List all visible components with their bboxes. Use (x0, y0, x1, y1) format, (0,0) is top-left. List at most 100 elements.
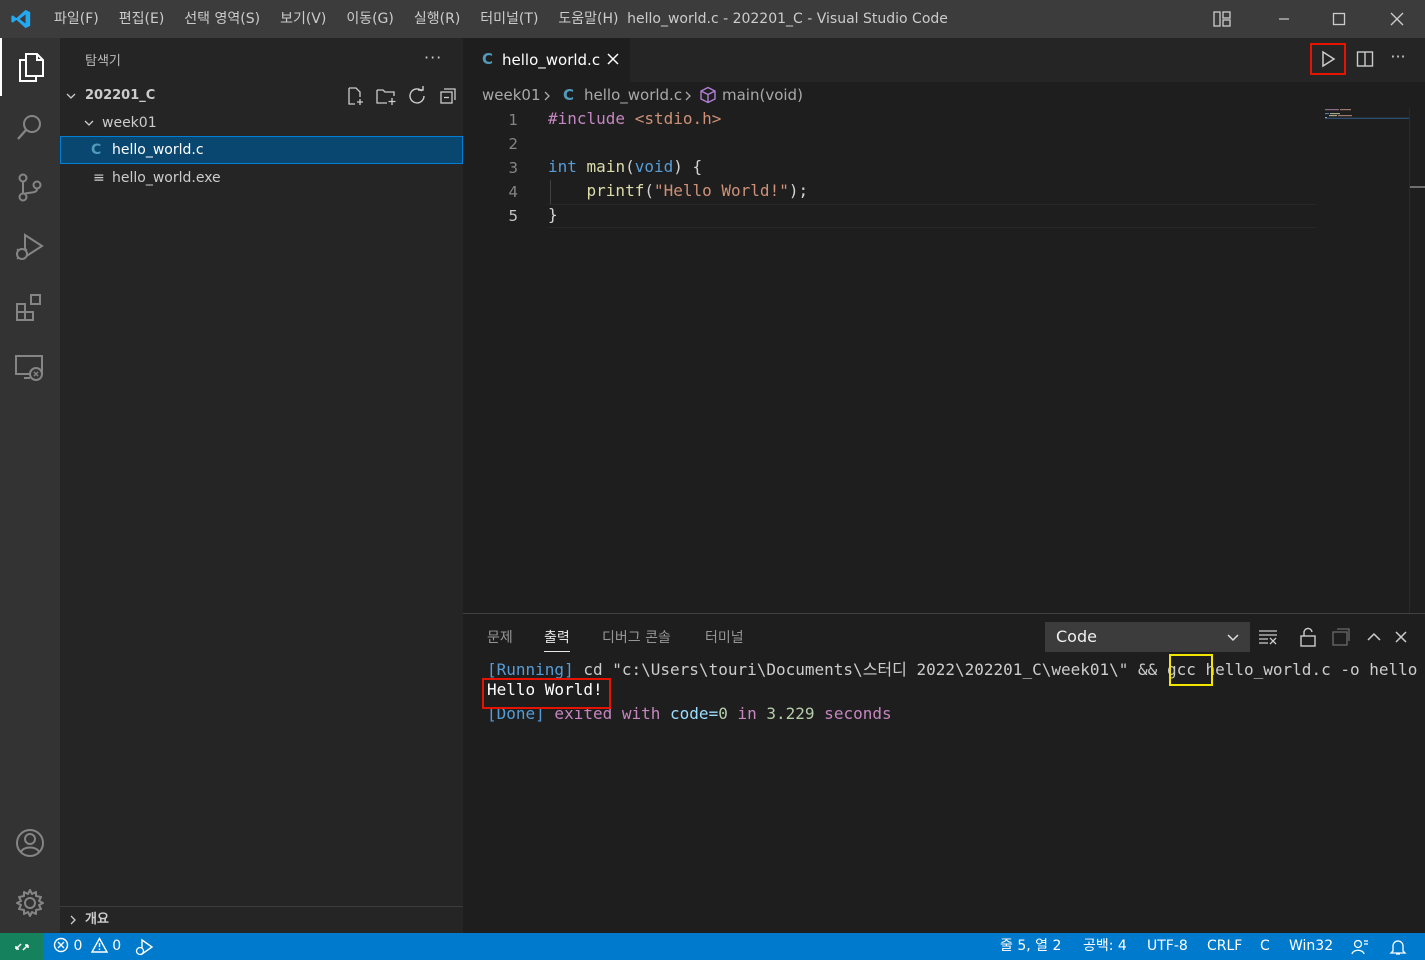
breadcrumb-file[interactable]: hello_world.c (584, 86, 682, 104)
notifications-bell-icon[interactable] (1389, 938, 1407, 956)
output-channel-value: Code (1056, 627, 1097, 646)
sidebar-title: 탐색기 (85, 54, 121, 69)
method-cube-icon (700, 86, 716, 104)
language-mode[interactable]: C (1260, 933, 1270, 960)
output-channel-select[interactable]: Code (1045, 622, 1250, 652)
run-debug-icon[interactable] (0, 218, 60, 276)
search-icon[interactable] (0, 98, 60, 156)
tab-problems[interactable]: 문제 (487, 627, 513, 647)
lock-scroll-icon[interactable] (1297, 626, 1319, 648)
close-panel-icon[interactable] (1390, 626, 1412, 648)
file-name: hello_world.c (112, 142, 204, 158)
run-code-button[interactable] (1310, 43, 1346, 75)
hello-world-highlight-box (482, 678, 611, 709)
menu-item[interactable]: 파일(F) (44, 0, 109, 38)
minimap[interactable] (1325, 108, 1410, 128)
indentation[interactable]: 공백: 4 (1083, 933, 1127, 960)
folder-row-week01[interactable]: week01 (60, 110, 463, 136)
debug-launch-icon[interactable] (134, 938, 154, 956)
chevron-down-icon (84, 120, 94, 126)
breadcrumb-symbol[interactable]: main(void) (722, 86, 803, 104)
chevron-right-icon (685, 91, 691, 101)
tab-terminal[interactable]: 터미널 (705, 627, 744, 647)
refresh-icon[interactable] (405, 85, 429, 107)
maximize-button[interactable] (1316, 0, 1362, 38)
maximize-panel-icon[interactable] (1363, 626, 1385, 648)
feedback-icon[interactable] (1350, 938, 1370, 956)
folder-name: week01 (102, 115, 157, 131)
new-file-icon[interactable] (343, 85, 367, 107)
tab-hello-world-c[interactable]: C hello_world.c (463, 38, 630, 82)
token: 3.229 (766, 704, 815, 723)
breadcrumb-folder[interactable]: week01 (482, 86, 541, 104)
token: "Hello World!" (653, 181, 789, 200)
menu-bar: 파일(F) 편집(E) 선택 영역(S) 보기(V) 이동(G) 실행(R) 터미널(T) 도… (44, 0, 629, 38)
menu-item[interactable]: 보기(V) (270, 0, 336, 38)
chevron-right-icon (544, 91, 550, 101)
split-editor-icon[interactable] (1352, 47, 1378, 71)
new-folder-icon[interactable] (374, 85, 398, 107)
output-line: [Running] cd "c:\Users\touri\Documents\스… (487, 656, 1417, 680)
tab-debug-console[interactable]: 디버그 콘솔 (602, 627, 671, 647)
source-control-icon[interactable] (0, 158, 60, 216)
layout-icon[interactable] (1199, 0, 1245, 38)
token: in (727, 704, 767, 723)
explorer-icon[interactable] (0, 38, 60, 96)
sidebar-more-actions-icon[interactable]: ··· (424, 48, 444, 68)
explorer-actions (343, 85, 460, 107)
line-number: 1 (508, 111, 518, 129)
cursor-position[interactable]: 줄 5, 열 2 (1000, 933, 1061, 960)
c-file-icon: C (482, 50, 494, 68)
problems-indicator[interactable]: 0 0 (53, 933, 121, 960)
workspace-folder-name: 202201_C (85, 88, 156, 103)
menu-item[interactable]: 선택 영역(S) (174, 0, 270, 38)
chevron-right-icon (70, 915, 76, 925)
extensions-icon[interactable] (0, 278, 60, 336)
accounts-icon[interactable] (0, 814, 60, 872)
token: int (548, 157, 577, 176)
token: ) { (673, 157, 703, 176)
error-icon (53, 937, 69, 953)
token: ( (644, 181, 654, 200)
open-output-in-editor-icon[interactable] (1330, 626, 1352, 648)
editor-more-actions-icon[interactable]: ··· (1385, 47, 1411, 71)
remote-explorer-icon[interactable] (0, 338, 60, 396)
menu-item[interactable]: 편집(E) (109, 0, 175, 38)
file-name: hello_world.exe (112, 170, 221, 186)
line-number: 4 (508, 183, 518, 201)
encoding[interactable]: UTF-8 (1147, 933, 1188, 960)
menu-item[interactable]: 터미널(T) (470, 0, 548, 38)
vertical-scrollbar[interactable] (1409, 108, 1425, 613)
file-row-hello-world-c[interactable]: C hello_world.c (60, 136, 463, 164)
collapse-all-icon[interactable] (436, 85, 460, 107)
close-window-button[interactable] (1374, 0, 1420, 38)
end-of-line[interactable]: CRLF (1207, 933, 1242, 960)
status-bar: 0 0 줄 5, 열 2 공백: 4 UTF-8 CRLF C Win32 (0, 933, 1425, 960)
token: code= (670, 704, 719, 723)
remote-indicator[interactable] (0, 933, 43, 960)
manage-gear-icon[interactable] (0, 874, 60, 932)
close-icon[interactable] (605, 51, 621, 67)
code-editor[interactable]: 1 2 3 4 5 #include <stdio.h> int main(vo… (463, 108, 1425, 613)
current-line-highlight (548, 204, 1316, 228)
explorer-sidebar: 탐색기 ··· 202201_C week01 C hello_world.c … (60, 38, 463, 933)
warning-icon (90, 937, 108, 953)
vscode-logo-icon (10, 8, 32, 30)
code-line: } (548, 205, 558, 224)
tab-output[interactable]: 출력 (544, 627, 570, 652)
menu-item[interactable]: 실행(R) (404, 0, 470, 38)
outline-title: 개요 (85, 912, 109, 927)
token: main (586, 157, 626, 176)
minimize-button[interactable] (1261, 0, 1307, 38)
menu-item[interactable]: 이동(G) (336, 0, 404, 38)
c-configuration[interactable]: Win32 (1289, 933, 1333, 960)
error-count: 0 (73, 938, 83, 954)
clear-output-icon[interactable] (1257, 626, 1279, 648)
line-number: 2 (508, 135, 518, 153)
token: <stdio.h> (634, 109, 722, 128)
file-row-hello-world-exe[interactable]: ≡ hello_world.exe (60, 165, 463, 191)
outline-section-header[interactable]: 개요 (60, 906, 463, 934)
breadcrumb: week01 C hello_world.c main(void) (463, 82, 1425, 108)
chevron-down-icon (66, 93, 76, 99)
